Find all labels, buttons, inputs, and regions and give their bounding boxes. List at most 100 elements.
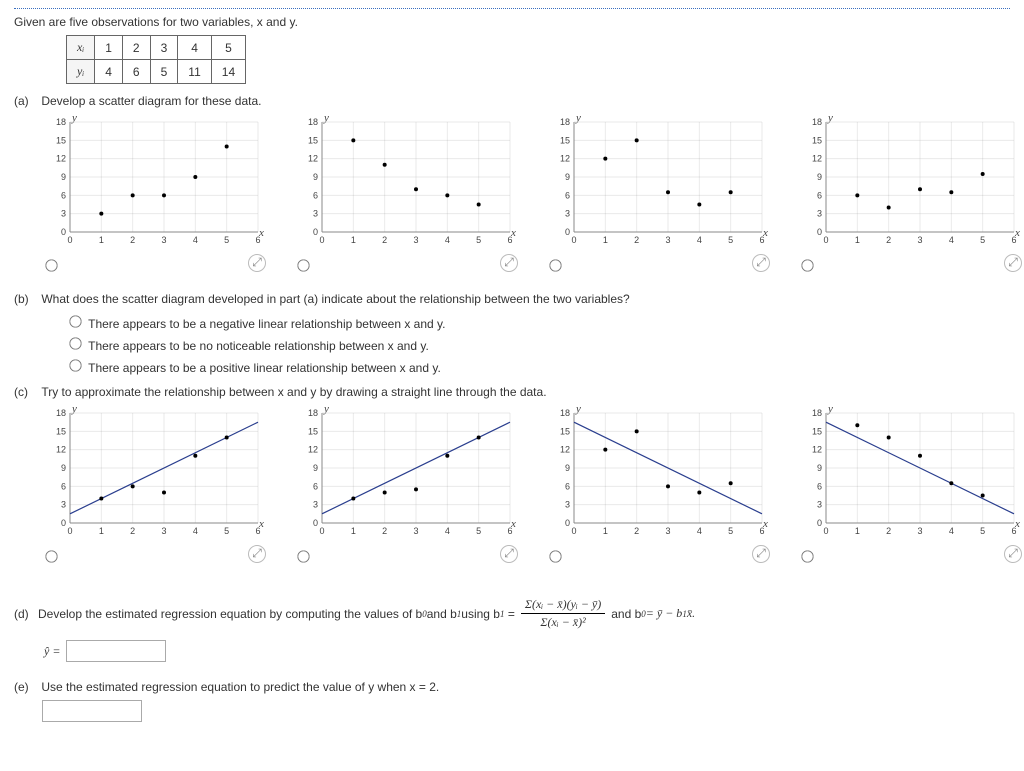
- chart-option-4: 03691215180123456yx⤢: [798, 405, 1020, 545]
- svg-text:2: 2: [382, 526, 387, 536]
- svg-text:1: 1: [99, 235, 104, 245]
- opt-b3[interactable]: There appears to be a positive linear re…: [64, 356, 1010, 375]
- cell-x4: 4: [178, 36, 211, 60]
- svg-text:15: 15: [308, 426, 318, 436]
- svg-text:5: 5: [476, 526, 481, 536]
- opt-b2-text: There appears to be no noticeable relati…: [88, 339, 429, 353]
- svg-text:4: 4: [193, 235, 198, 245]
- svg-text:x: x: [510, 518, 516, 530]
- zoom-icon[interactable]: ⤢: [1004, 545, 1022, 563]
- svg-text:12: 12: [56, 445, 66, 455]
- radio-b1[interactable]: [69, 315, 81, 327]
- chart-radio-rowA-4[interactable]: [801, 259, 813, 271]
- zoom-icon[interactable]: ⤢: [1004, 254, 1022, 272]
- zoom-icon[interactable]: ⤢: [752, 254, 770, 272]
- part-a-text: Develop a scatter diagram for these data…: [41, 94, 1007, 108]
- svg-text:4: 4: [949, 526, 954, 536]
- svg-text:x: x: [510, 227, 516, 239]
- svg-text:12: 12: [812, 154, 822, 164]
- radio-b3[interactable]: [69, 359, 81, 371]
- zoom-icon[interactable]: ⤢: [248, 545, 266, 563]
- svg-text:5: 5: [980, 526, 985, 536]
- svg-text:1: 1: [603, 235, 608, 245]
- svg-text:0: 0: [817, 518, 822, 528]
- svg-text:0: 0: [571, 235, 576, 245]
- svg-text:x: x: [1014, 227, 1020, 239]
- zoom-icon[interactable]: ⤢: [500, 545, 518, 563]
- cell-x3: 3: [150, 36, 178, 60]
- svg-text:3: 3: [817, 500, 822, 510]
- svg-text:18: 18: [308, 408, 318, 418]
- opt-b3-text: There appears to be a positive linear re…: [88, 361, 441, 375]
- chart-radio-rowA-3[interactable]: [549, 259, 561, 271]
- svg-text:15: 15: [560, 135, 570, 145]
- svg-text:0: 0: [61, 227, 66, 237]
- svg-text:9: 9: [565, 463, 570, 473]
- svg-text:2: 2: [130, 526, 135, 536]
- svg-text:0: 0: [823, 526, 828, 536]
- svg-text:15: 15: [308, 135, 318, 145]
- part-a-label: (a): [14, 94, 38, 108]
- svg-text:y: y: [575, 405, 581, 415]
- svg-text:y: y: [71, 114, 77, 124]
- zoom-icon[interactable]: ⤢: [248, 254, 266, 272]
- svg-text:0: 0: [67, 526, 72, 536]
- zoom-icon[interactable]: ⤢: [752, 545, 770, 563]
- svg-text:5: 5: [224, 526, 229, 536]
- yhat-input[interactable]: [66, 640, 166, 662]
- svg-text:3: 3: [313, 500, 318, 510]
- chart-option-1: 03691215180123456yx⤢: [42, 114, 264, 254]
- svg-text:0: 0: [565, 518, 570, 528]
- svg-text:3: 3: [917, 235, 922, 245]
- chart-radio-rowC-1[interactable]: [45, 550, 57, 562]
- svg-text:3: 3: [565, 209, 570, 219]
- svg-text:2: 2: [634, 526, 639, 536]
- svg-text:12: 12: [812, 445, 822, 455]
- svg-text:2: 2: [382, 235, 387, 245]
- chart-radio-rowA-1[interactable]: [45, 259, 57, 271]
- svg-text:18: 18: [812, 408, 822, 418]
- svg-text:2: 2: [886, 235, 891, 245]
- chart-radio-rowC-3[interactable]: [549, 550, 561, 562]
- svg-text:4: 4: [445, 526, 450, 536]
- chart-radio-rowC-4[interactable]: [801, 550, 813, 562]
- chart-radio-rowA-2[interactable]: [297, 259, 309, 271]
- svg-text:12: 12: [560, 445, 570, 455]
- svg-text:4: 4: [445, 235, 450, 245]
- svg-text:6: 6: [313, 481, 318, 491]
- opt-b1[interactable]: There appears to be a negative linear re…: [64, 312, 1010, 331]
- data-table: xᵢ 1 2 3 4 5 yᵢ 4 6 5 11 14: [66, 35, 246, 84]
- part-b-label: (b): [14, 292, 38, 306]
- svg-text:18: 18: [560, 408, 570, 418]
- svg-text:6: 6: [565, 190, 570, 200]
- cell-x2: 2: [122, 36, 150, 60]
- svg-text:15: 15: [56, 426, 66, 436]
- chart-radio-rowC-2[interactable]: [297, 550, 309, 562]
- svg-text:y: y: [575, 114, 581, 124]
- svg-text:18: 18: [812, 117, 822, 127]
- svg-text:6: 6: [565, 481, 570, 491]
- top-divider: [14, 8, 1010, 9]
- cell-y1: 4: [95, 60, 123, 84]
- part-b-text: What does the scatter diagram developed …: [41, 292, 1007, 306]
- radio-b2[interactable]: [69, 337, 81, 349]
- svg-text:2: 2: [886, 526, 891, 536]
- part-d-text: Develop the estimated regression equatio…: [38, 597, 695, 630]
- svg-text:15: 15: [812, 135, 822, 145]
- svg-text:x: x: [762, 518, 768, 530]
- zoom-icon[interactable]: ⤢: [500, 254, 518, 272]
- intro-text: Given are five observations for two vari…: [14, 15, 1010, 29]
- svg-text:6: 6: [61, 190, 66, 200]
- opt-b2[interactable]: There appears to be no noticeable relati…: [64, 334, 1010, 353]
- svg-text:9: 9: [313, 172, 318, 182]
- svg-text:3: 3: [161, 235, 166, 245]
- cell-y2: 6: [122, 60, 150, 84]
- part-e-input[interactable]: [42, 700, 142, 722]
- row-x-label: xᵢ: [67, 36, 95, 60]
- svg-text:0: 0: [571, 526, 576, 536]
- svg-text:18: 18: [308, 117, 318, 127]
- svg-text:y: y: [323, 405, 329, 415]
- part-c-charts: 03691215180123456yx⤢03691215180123456yx⤢…: [42, 405, 1010, 545]
- row-y-label: yᵢ: [67, 60, 95, 84]
- svg-text:5: 5: [728, 526, 733, 536]
